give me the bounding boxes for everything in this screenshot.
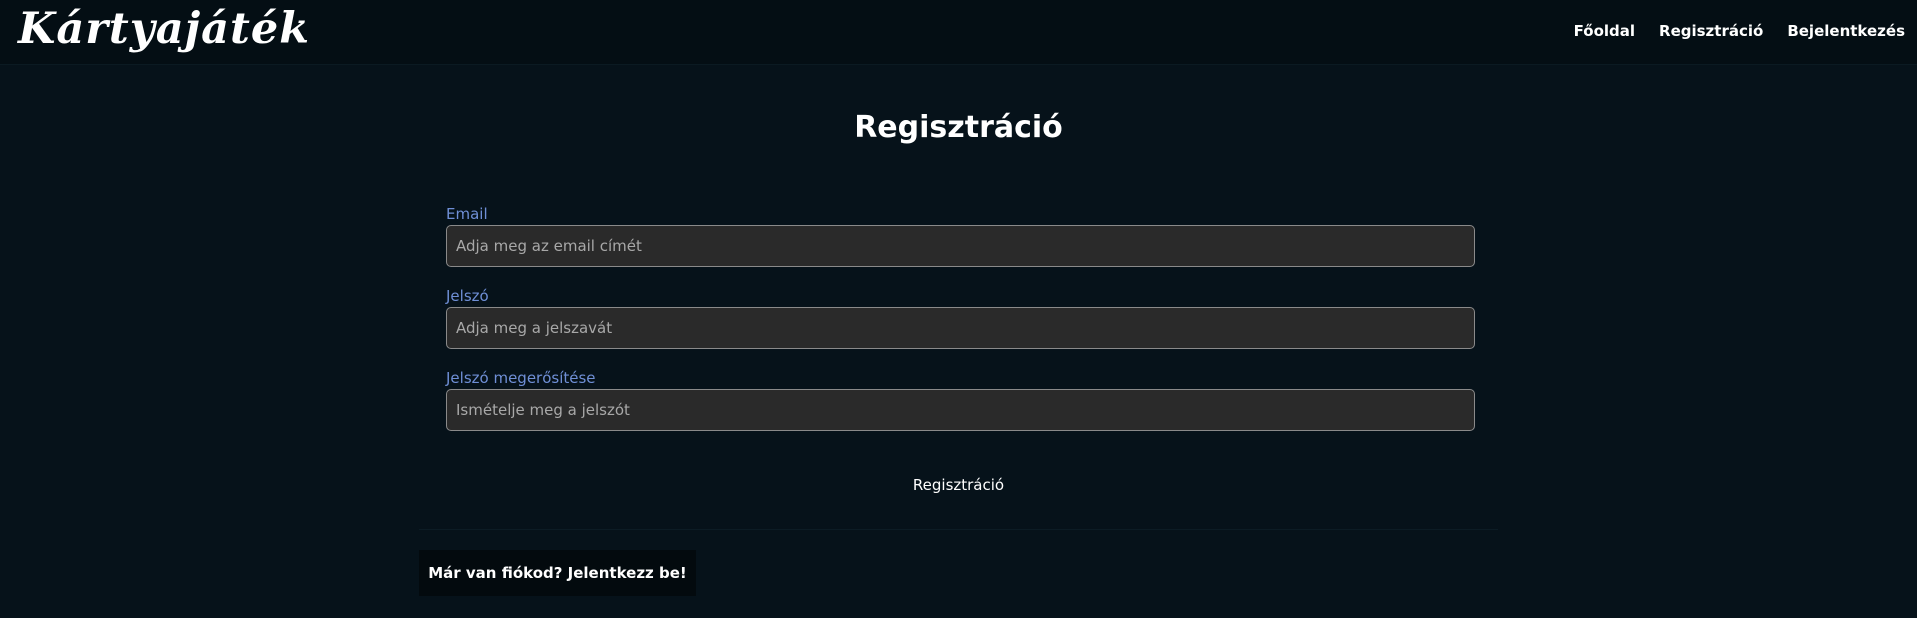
- nav-link-login[interactable]: Bejelentkezés: [1787, 22, 1905, 40]
- password-field[interactable]: [446, 307, 1475, 349]
- login-link-button[interactable]: Már van fiókod? Jelentkezz be!: [419, 550, 696, 596]
- divider: [419, 529, 1498, 530]
- nav-links: Főoldal Regisztráció Bejelentkezés: [1574, 22, 1905, 40]
- email-field[interactable]: [446, 225, 1475, 267]
- password-label: Jelszó: [446, 287, 489, 305]
- register-button[interactable]: Regisztráció: [0, 472, 1917, 498]
- confirm-password-label: Jelszó megerősítése: [446, 369, 596, 387]
- page-title: Regisztráció: [854, 110, 1063, 145]
- email-label: Email: [446, 205, 488, 223]
- confirm-password-field[interactable]: [446, 389, 1475, 431]
- nav-link-register[interactable]: Regisztráció: [1659, 22, 1763, 40]
- navbar: Kártyajáték Főoldal Regisztráció Bejelen…: [0, 0, 1917, 65]
- nav-link-home[interactable]: Főoldal: [1574, 22, 1635, 40]
- site-logo[interactable]: Kártyajáték: [18, 4, 310, 54]
- registration-form: Email Jelszó Jelszó megerősítése: [446, 204, 1475, 450]
